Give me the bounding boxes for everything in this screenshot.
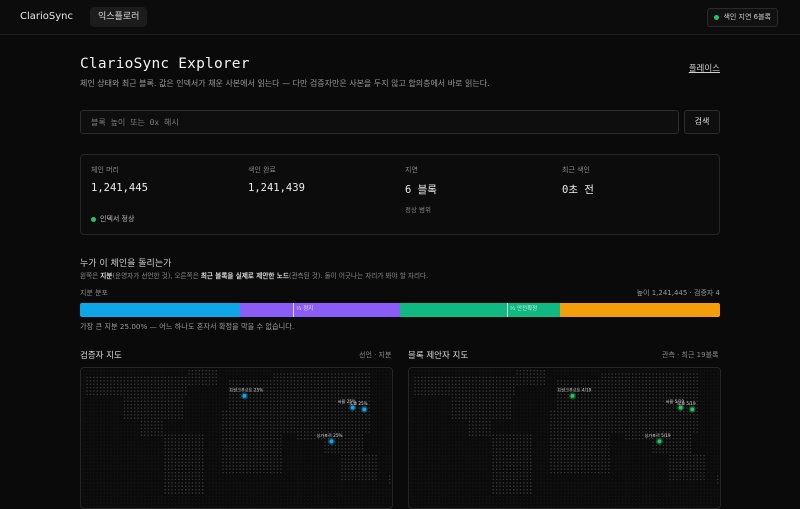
height-info: 높이 1,241,445 · 검증자 4 [636, 289, 720, 297]
pin-label: 싱가포르 25% [316, 432, 342, 439]
stake-segment[interactable] [80, 303, 240, 317]
stake-distribution-bar: ⅓ 정지 ⅔ 안전확정 [80, 303, 720, 317]
stat-value: 6 블록 [405, 184, 437, 196]
stake-caption: 가장 큰 지분 25.00% — 어느 하나도 혼자서 확정을 막을 수 없습니… [80, 322, 295, 331]
page-subtitle: 체인 상태와 최근 블록. 값은 인덱서가 채운 사본에서 읽는다 — 다만 검… [80, 79, 490, 88]
threshold-label: ⅔ 안전확정 [509, 306, 538, 312]
indexer-lag-badge: 색인 지연 6블록 [707, 8, 778, 27]
stat-chain-head: 체인 머리 1,241,445 [91, 165, 148, 194]
indexer-status-text: 인덱서 정상 [100, 215, 135, 223]
page-title: ClarioSync Explorer [80, 56, 250, 72]
search-input[interactable]: 블록 높이 또는 0x 해시 [80, 110, 679, 134]
stat-lag: 지연 6 블록 정상 범위 [405, 165, 437, 214]
stake-segment[interactable] [240, 303, 400, 317]
validator-map[interactable]: 프랑크푸르트 25% 서울 25% 도쿄 25% 싱가포르 25% [80, 367, 393, 509]
search-placeholder: 블록 높이 또는 0x 해시 [91, 118, 179, 127]
pin-label: 도쿄 25% [349, 401, 367, 406]
desc-text: (관측된 것). 둘이 어긋나는 자리가 봐야 할 자리다. [288, 272, 429, 280]
desc-emphasis: 지분 [100, 272, 113, 280]
proposer-map-title: 블록 제안자 지도 [408, 351, 469, 361]
status-dot-icon [714, 14, 720, 20]
brand-logo[interactable]: ClarioSync [20, 11, 73, 22]
location-pin[interactable]: 프랑크푸르트 4/19 [557, 386, 592, 400]
stat-value: 1,241,439 [248, 182, 305, 194]
stat-label: 체인 머리 [91, 166, 119, 174]
indexer-lag-text: 색인 지연 6블록 [723, 13, 771, 21]
stat-value: 0초 전 [562, 184, 594, 196]
threshold-marker [506, 303, 508, 317]
threshold-marker [293, 303, 295, 317]
desc-text: 왼쪽은 [80, 272, 101, 280]
validator-map-title: 검증자 지도 [80, 351, 122, 361]
pin-label: 프랑크푸르트 4/19 [557, 386, 591, 393]
stat-value: 1,241,445 [91, 182, 148, 194]
threshold-label: ⅓ 정지 [296, 306, 314, 312]
stat-indexed: 색인 완료 1,241,439 [248, 165, 305, 194]
stat-label: 최근 색인 [562, 166, 590, 174]
world-map-svg: 프랑크푸르트 4/19서울 5/19도쿄 5/19싱가포르 5/19 [411, 370, 719, 508]
stat-note: 정상 범위 [405, 206, 431, 214]
stat-last-indexed: 최근 색인 0초 전 [562, 165, 594, 197]
distribution-label: 지분 분포 [80, 289, 108, 297]
pin-label: 도쿄 5/19 [677, 401, 696, 406]
section-description: 왼쪽은 지분(운영자가 선언한 것), 오른쪽은 최근 블록을 실제로 제안한 … [80, 270, 428, 280]
status-dot-icon [91, 216, 96, 222]
pin-label: 프랑크푸르트 25% [229, 386, 263, 393]
playbook-link[interactable]: 플레이스 [689, 62, 720, 74]
section-title: 누가 이 체인을 돌리는가 [80, 259, 172, 269]
validator-map-subtitle: 선언 · 지분 [359, 351, 392, 359]
indexer-status: 인덱서 정상 [91, 214, 134, 224]
nav-tab-explorer[interactable]: 익스플로러 [90, 7, 148, 27]
chain-stats-card: 체인 머리 1,241,445 색인 완료 1,241,439 지연 6 블록 … [80, 154, 720, 235]
stat-label: 지연 [405, 166, 418, 174]
search-button[interactable]: 검색 [684, 110, 720, 134]
stake-segment[interactable] [560, 303, 720, 317]
proposer-map[interactable]: 프랑크푸르트 4/19 서울 5/19 도쿄 5/19 싱가포르 5/19 [408, 367, 721, 509]
location-pin[interactable]: 프랑크푸르트 25% [229, 386, 263, 400]
pin-label: 싱가포르 5/19 [644, 432, 670, 439]
world-map-svg: 프랑크푸르트 25%서울 25%도쿄 25%싱가포르 25% [83, 370, 391, 508]
stat-label: 색인 완료 [248, 166, 276, 174]
desc-emphasis: 최근 블록을 실제로 제안한 노드 [200, 272, 289, 280]
top-bar: ClarioSync 익스플로러 색인 지연 6블록 [0, 0, 800, 35]
proposer-map-subtitle: 관측 · 최근 19블록 [662, 351, 719, 359]
desc-text: (운영자가 선언한 것), 오른쪽은 [112, 272, 201, 280]
